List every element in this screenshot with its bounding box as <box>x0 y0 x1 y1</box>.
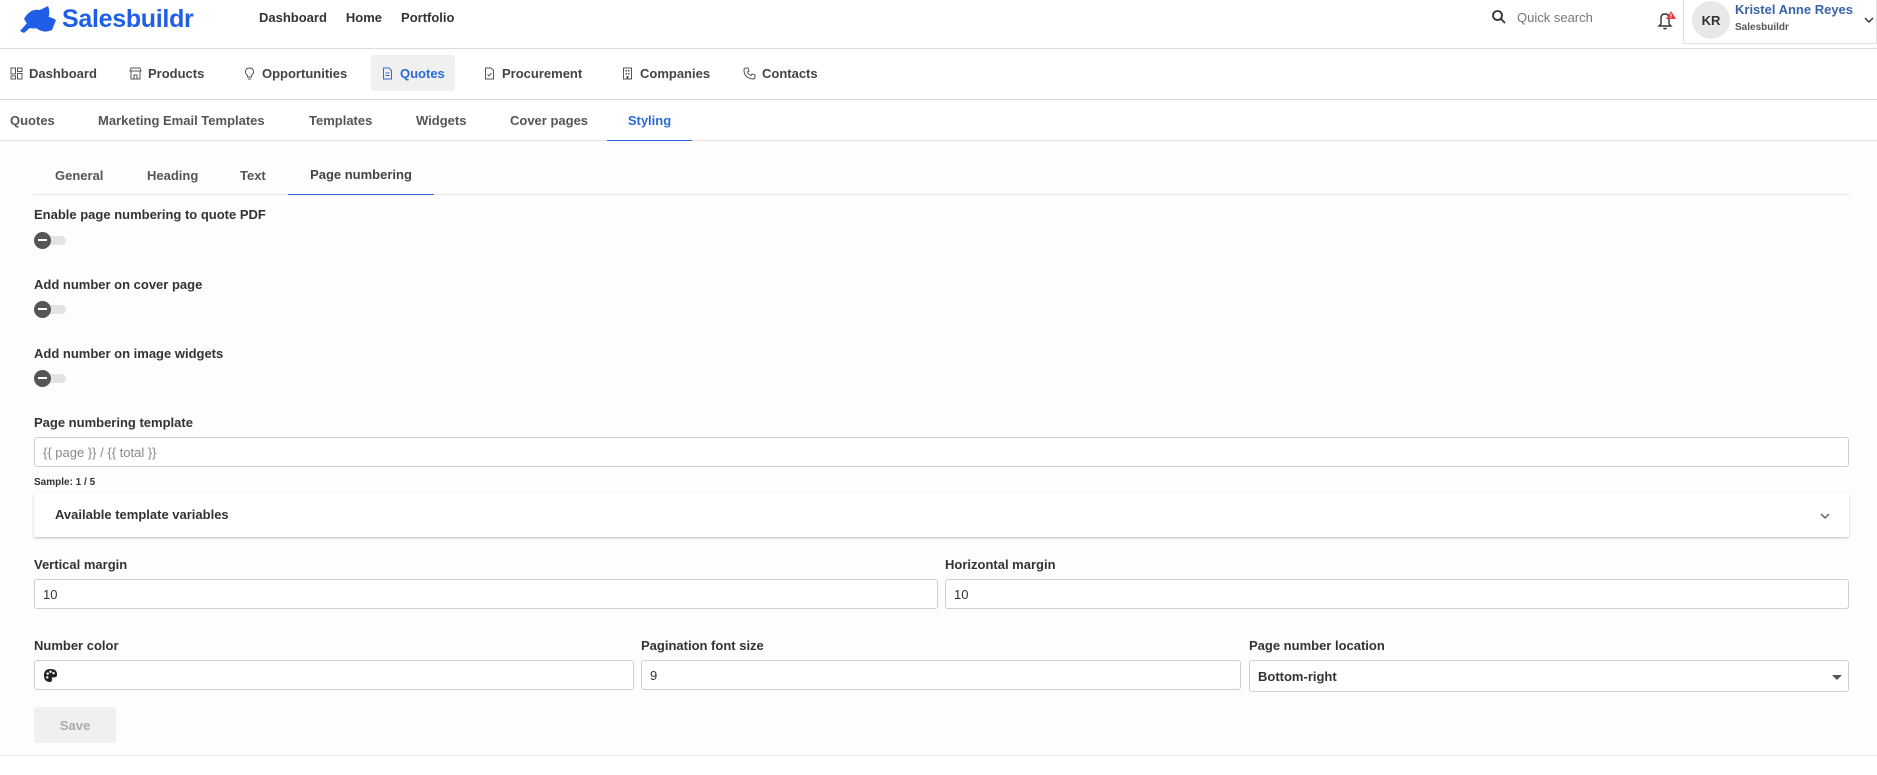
topnav-dashboard[interactable]: Dashboard <box>259 10 327 25</box>
store-icon <box>129 67 142 79</box>
image-widgets-toggle[interactable] <box>34 370 66 387</box>
notification-bell-icon[interactable] <box>1655 9 1677 31</box>
template-variables-accordion[interactable]: Available template variables <box>34 493 1849 537</box>
search-placeholder: Quick search <box>1517 9 1593 25</box>
subnav-tab-quotes[interactable]: Quotes <box>10 100 55 141</box>
phone-icon <box>743 67 756 80</box>
horizontal-margin-input[interactable]: 10 <box>945 579 1849 609</box>
user-menu[interactable]: KR Kristel Anne Reyes Salesbuildr <box>1683 0 1877 44</box>
cover-page-label: Add number on cover page <box>34 277 203 292</box>
user-name: Kristel Anne Reyes <box>1735 2 1854 17</box>
mainnav-item-procurement[interactable]: Procurement <box>473 55 592 91</box>
mainnav-item-companies[interactable]: Companies <box>611 55 720 91</box>
mainnav-label: Products <box>148 65 205 81</box>
toggle-knob <box>34 370 51 387</box>
subnav-tab-marketing-email-templates[interactable]: Marketing Email Templates <box>98 100 265 141</box>
image-widgets-label: Add number on image widgets <box>34 346 224 361</box>
save-button[interactable]: Save <box>34 707 116 743</box>
location-select[interactable]: Bottom-right <box>1249 660 1849 692</box>
horizontal-margin-label: Horizontal margin <box>945 557 1056 572</box>
mainnav-item-contacts[interactable]: Contacts <box>733 55 828 91</box>
mainnav-item-dashboard[interactable]: Dashboard <box>0 55 107 91</box>
quick-search[interactable]: Quick search <box>1491 9 1593 25</box>
subnav-tab-templates[interactable]: Templates <box>309 100 372 141</box>
document-icon <box>383 67 392 79</box>
tab-general[interactable]: General <box>55 155 103 195</box>
styling-panel: General Heading Text Page numbering Enab… <box>0 141 1877 756</box>
enable-numbering-toggle[interactable] <box>34 232 66 249</box>
lightbulb-icon <box>244 66 255 79</box>
number-color-picker[interactable] <box>34 660 634 690</box>
building-icon <box>623 67 632 79</box>
tab-text[interactable]: Text <box>240 155 266 195</box>
mainnav-label: Dashboard <box>29 65 97 81</box>
font-size-label: Pagination font size <box>641 638 764 653</box>
vertical-margin-input[interactable]: 10 <box>34 579 938 609</box>
sub-nav: Quotes Marketing Email Templates Templat… <box>0 100 1877 141</box>
main-nav: Dashboard Products Opportunities Quotes … <box>0 50 1877 100</box>
mainnav-item-quotes[interactable]: Quotes <box>371 55 455 91</box>
mainnav-item-products[interactable]: Products <box>119 55 214 91</box>
template-label: Page numbering template <box>34 415 193 430</box>
location-label: Page number location <box>1249 638 1385 653</box>
mainnav-item-opportunities[interactable]: Opportunities <box>233 55 357 91</box>
accordion-title: Available template variables <box>55 507 229 522</box>
template-input[interactable]: {{ page }} / {{ total }} <box>34 437 1849 467</box>
toggle-knob <box>34 301 51 318</box>
tab-page-numbering[interactable]: Page numbering <box>288 155 434 195</box>
mainnav-label: Contacts <box>762 65 818 81</box>
top-bar: Salesbuildr Dashboard Home Portfolio Qui… <box>0 0 1877 49</box>
vertical-margin-label: Vertical margin <box>34 557 128 572</box>
mainnav-label: Companies <box>640 65 711 81</box>
number-color-label: Number color <box>34 638 119 653</box>
font-size-input[interactable]: 9 <box>641 660 1241 690</box>
subnav-tab-cover-pages[interactable]: Cover pages <box>510 100 588 141</box>
brand-logo[interactable]: Salesbuildr <box>18 4 194 34</box>
user-company: Salesbuildr <box>1735 22 1789 33</box>
toggle-knob <box>34 232 51 249</box>
styling-tabs: General Heading Text Page numbering <box>34 155 1849 195</box>
subnav-tab-styling[interactable]: Styling <box>607 100 692 141</box>
salesbuildr-logo-icon <box>20 6 56 33</box>
mainnav-label: Quotes <box>400 65 445 81</box>
topnav-portfolio[interactable]: Portfolio <box>401 10 454 25</box>
palette-icon <box>43 668 58 682</box>
subnav-tab-widgets[interactable]: Widgets <box>416 100 466 141</box>
brand-name: Salesbuildr <box>62 4 194 33</box>
chevron-down-icon <box>1864 17 1874 23</box>
file-check-icon <box>485 67 494 79</box>
mainnav-label: Opportunities <box>262 65 348 81</box>
caret-down-icon <box>1832 675 1842 680</box>
template-sample: Sample: 1 / 5 <box>34 477 96 488</box>
tab-heading[interactable]: Heading <box>147 155 198 195</box>
topnav-home[interactable]: Home <box>346 10 382 25</box>
avatar: KR <box>1692 1 1730 39</box>
enable-numbering-label: Enable page numbering to quote PDF <box>34 207 266 222</box>
dashboard-grid-icon <box>10 67 23 79</box>
cover-page-toggle[interactable] <box>34 301 66 318</box>
search-icon <box>1492 10 1506 24</box>
location-selected-value: Bottom-right <box>1258 668 1337 684</box>
top-nav: Dashboard Home Portfolio <box>259 10 473 25</box>
mainnav-label: Procurement <box>502 65 583 81</box>
chevron-down-icon <box>1820 513 1830 519</box>
